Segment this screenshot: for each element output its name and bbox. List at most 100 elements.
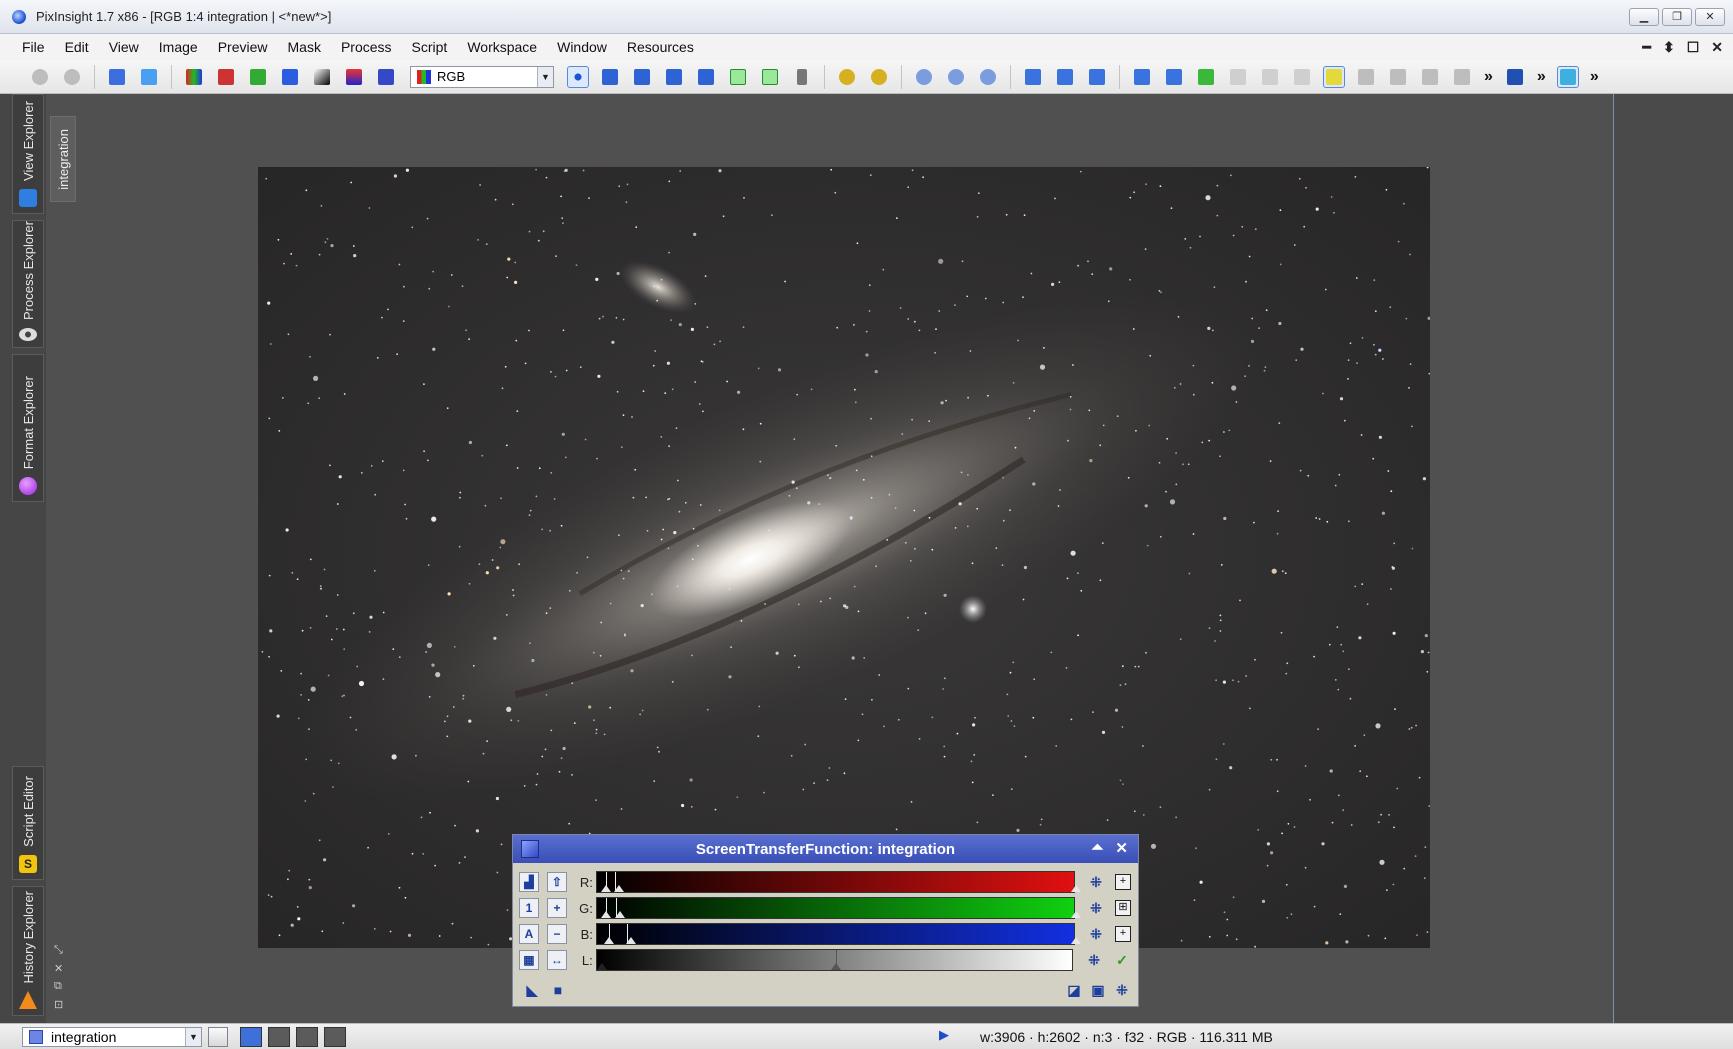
close-icon[interactable]: ✕ <box>1115 839 1128 857</box>
auto-stretch-icon[interactable]: ⁜ <box>1085 951 1103 969</box>
pan-mode-icon[interactable] <box>663 66 685 88</box>
full-screen-icon[interactable] <box>1131 66 1153 88</box>
auto-stretch-icon[interactable]: ⁜ <box>1087 925 1105 943</box>
zoom-1-2-icon[interactable] <box>945 66 967 88</box>
dock-icon[interactable] <box>1504 66 1526 88</box>
mdi-shade-button[interactable]: ⬍ <box>1663 34 1675 60</box>
redo-icon[interactable] <box>61 66 83 88</box>
menu-window[interactable]: Window <box>547 34 617 60</box>
reset-icon[interactable]: ◪ <box>1065 981 1083 999</box>
minimize-button[interactable]: ▁ <box>1629 8 1659 26</box>
new-instance-icon[interactable]: ◣ <box>523 981 541 999</box>
stf-enable-icon[interactable] <box>1323 65 1345 88</box>
mdi-close-button[interactable]: ✕ <box>1711 34 1723 60</box>
workspace-1-button[interactable] <box>240 1026 262 1047</box>
menu-workspace[interactable]: Workspace <box>457 34 547 60</box>
red-channel-icon[interactable] <box>215 66 237 88</box>
highlights-handle[interactable] <box>1070 911 1081 918</box>
hand-icon[interactable] <box>1419 66 1441 88</box>
shadows-handle[interactable] <box>600 911 611 918</box>
mask-enable-icon[interactable] <box>1195 66 1217 88</box>
fit-view-icon[interactable] <box>1022 66 1044 88</box>
stf-title-bar[interactable]: ScreenTransferFunction: integration ⏶ ✕ <box>513 835 1138 863</box>
view-explorer-tab[interactable]: View Explorer <box>12 94 44 214</box>
mask-display-icon[interactable] <box>375 66 397 88</box>
readout-mode-icon[interactable] <box>567 65 589 88</box>
cursor-icon[interactable] <box>791 66 813 88</box>
menu-view[interactable]: View <box>99 34 149 60</box>
auto-stretch-icon[interactable]: ⁜ <box>1087 873 1105 891</box>
zoom-toggle[interactable]: + <box>1115 926 1131 942</box>
undo-icon[interactable] <box>29 66 51 88</box>
apply-global-icon[interactable]: ■ <box>549 981 567 999</box>
mdi-minimize-button[interactable]: ━ <box>1643 34 1651 60</box>
pin-icon[interactable]: ✕ <box>54 962 63 975</box>
history-explorer-tab[interactable]: History Explorer <box>12 886 44 1016</box>
stf-slider-l[interactable] <box>595 949 1074 971</box>
stf-slider-b[interactable] <box>595 923 1081 945</box>
auto-stretch-all-icon[interactable]: ⁜ <box>1113 981 1131 999</box>
shadows-handle[interactable] <box>596 963 607 970</box>
image-view[interactable] <box>258 167 1430 948</box>
zoom-out-icon[interactable] <box>868 66 890 88</box>
highlights-handle[interactable] <box>1070 937 1081 944</box>
blue-channel-icon[interactable] <box>279 66 301 88</box>
identifier-icon[interactable] <box>106 66 128 88</box>
mask-remove-icon[interactable] <box>1291 66 1313 88</box>
preferences-icon[interactable]: ▣ <box>1089 981 1107 999</box>
rgb-mode-icon[interactable]: 1 <box>519 898 539 918</box>
zoom-in-toggle[interactable]: + <box>1115 874 1131 890</box>
format-explorer-tab[interactable]: Format Explorer <box>12 354 44 502</box>
rgb-channel-icon[interactable] <box>183 66 205 88</box>
zoom-out-mode-icon[interactable] <box>631 66 653 88</box>
zoom-1-1-icon[interactable] <box>913 66 935 88</box>
menu-image[interactable]: Image <box>149 34 208 60</box>
bookmark-icon[interactable] <box>1451 66 1473 88</box>
stf-slider-r[interactable] <box>595 871 1081 893</box>
green-channel-icon[interactable] <box>247 66 269 88</box>
menu-file[interactable]: File <box>0 34 55 60</box>
zoom-toggle[interactable]: ⊞ <box>1115 900 1131 916</box>
apply-check-icon[interactable]: ✓ <box>1113 951 1131 969</box>
workspace-2-button[interactable] <box>268 1026 290 1047</box>
zoom-in-icon[interactable] <box>836 66 858 88</box>
view-selector[interactable]: integration ▼ <box>22 1026 202 1047</box>
toolbar-overflow-icon[interactable]: » <box>1537 68 1546 86</box>
menu-process[interactable]: Process <box>331 34 402 60</box>
midtones-handle[interactable] <box>625 937 636 944</box>
toolbar-overflow-icon[interactable]: » <box>1484 68 1493 86</box>
workspace-4-button[interactable] <box>324 1026 346 1047</box>
menu-resources[interactable]: Resources <box>617 34 704 60</box>
mask-show-icon[interactable] <box>1227 66 1249 88</box>
auto-stretch-icon[interactable]: ⁜ <box>1087 899 1105 917</box>
toolbar-overflow-icon[interactable]: » <box>1590 68 1599 86</box>
play-icon[interactable]: ▶ <box>939 1027 949 1043</box>
cascade-icon[interactable] <box>1086 66 1108 88</box>
auto-mode-icon[interactable]: A <box>519 924 539 944</box>
zoom-in-mode-icon[interactable] <box>599 66 621 88</box>
process-explorer-tab[interactable]: Process Explorer <box>12 220 44 348</box>
menu-mask[interactable]: Mask <box>278 34 331 60</box>
chevron-down-icon[interactable]: ▼ <box>537 66 553 87</box>
pan-icon[interactable]: ↔ <box>546 950 567 970</box>
menu-preview[interactable]: Preview <box>208 34 278 60</box>
shadows-handle[interactable] <box>600 885 611 892</box>
midtones-handle[interactable] <box>614 911 625 918</box>
collapse-icon[interactable]: ⤡ <box>54 944 63 957</box>
float-icon[interactable]: ⧉ <box>54 980 63 993</box>
tile-icon[interactable] <box>1054 66 1076 88</box>
close-button[interactable]: ✕ <box>1695 8 1725 26</box>
view-tab-integration[interactable]: integration <box>50 116 76 202</box>
window-mode-icon[interactable] <box>1163 66 1185 88</box>
mdi-maximize-button[interactable]: ☐ <box>1687 34 1700 60</box>
chrominance-icon[interactable] <box>343 66 365 88</box>
link-channels-icon[interactable]: ⇧ <box>546 872 567 892</box>
workspace-3-button[interactable] <box>296 1026 318 1047</box>
stf-auto-icon[interactable] <box>1387 66 1409 88</box>
luminance-icon[interactable] <box>311 66 333 88</box>
channel-selector[interactable]: RGB ▼ <box>410 65 554 88</box>
stf-link-icon[interactable] <box>1355 66 1377 88</box>
menu-script[interactable]: Script <box>402 34 458 60</box>
midtones-handle[interactable] <box>830 963 841 970</box>
chevron-down-icon[interactable]: ▼ <box>185 1027 201 1046</box>
